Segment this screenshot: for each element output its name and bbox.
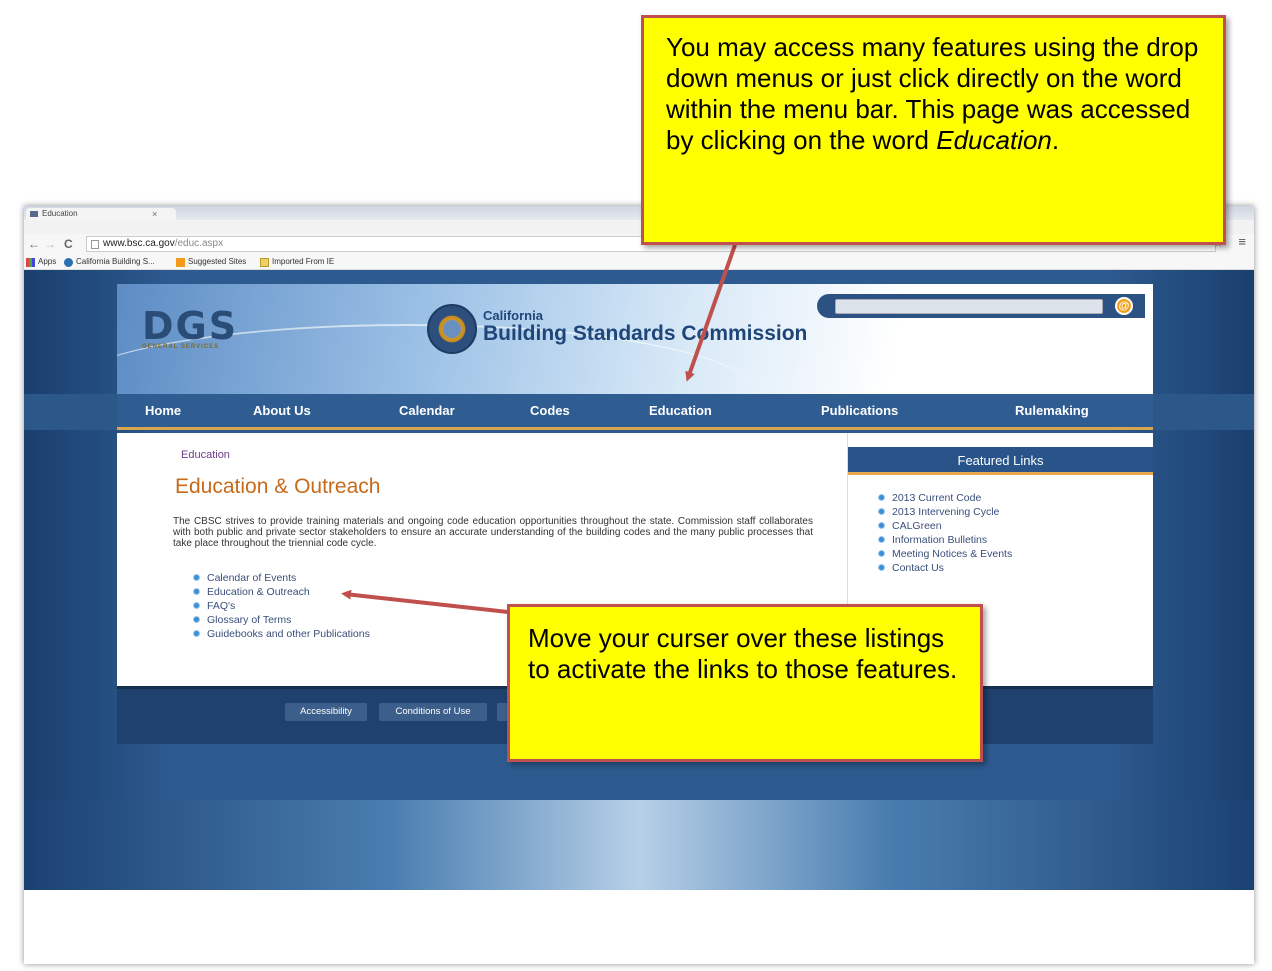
link-label: Education & Outreach (207, 586, 310, 598)
bullet-icon (878, 536, 885, 543)
browser-tab[interactable]: Education × (26, 208, 176, 220)
nav-publications[interactable]: Publications (821, 403, 898, 418)
apps-icon (26, 257, 35, 267)
url-host: www.bsc.ca.gov (103, 238, 175, 249)
bookmark-apps[interactable]: Apps (26, 254, 56, 270)
favicon-icon (30, 211, 38, 217)
bullet-icon (193, 630, 200, 637)
bullet-icon (193, 602, 200, 609)
nav-education[interactable]: Education (649, 403, 712, 418)
list-item[interactable]: Contact Us (878, 561, 1012, 575)
link-label: Glossary of Terms (207, 614, 292, 626)
bullet-icon (878, 522, 885, 529)
bookmark-label: Imported From IE (272, 257, 335, 266)
featured-links-heading: Featured Links (848, 447, 1153, 475)
bullet-icon (878, 508, 885, 515)
callout-links-tip: Move your curser over these listings to … (507, 604, 983, 762)
nav-home[interactable]: Home (145, 403, 181, 418)
site-icon (64, 257, 73, 267)
link-label: FAQ's (207, 600, 236, 612)
nav-calendar[interactable]: Calendar (399, 403, 455, 418)
link-label: 2013 Intervening Cycle (892, 506, 1000, 518)
callout-emphasis: Education (936, 125, 1052, 155)
dgs-logo[interactable]: DGS GENERAL SERVICES (142, 306, 242, 356)
close-tab-icon[interactable]: × (152, 208, 157, 220)
main-nav: Home About Us Calendar Codes Education P… (117, 394, 1153, 430)
page-background-gradient (24, 800, 1254, 890)
search-input[interactable] (835, 299, 1103, 314)
list-item[interactable]: Information Bulletins (878, 533, 1012, 547)
list-item[interactable]: Glossary of Terms (193, 613, 370, 627)
link-label: Guidebooks and other Publications (207, 628, 370, 640)
bookmark-imported[interactable]: Imported From IE (260, 254, 334, 270)
page-icon (91, 240, 99, 249)
bookmark-label: Suggested Sites (188, 257, 247, 266)
reload-button[interactable]: C (64, 236, 73, 252)
featured-links: 2013 Current Code 2013 Intervening Cycle… (878, 491, 1012, 575)
link-label: Meeting Notices & Events (892, 548, 1013, 560)
dgs-logo-text: DGS (142, 304, 239, 348)
bookmark-cbsc[interactable]: California Building S... (64, 254, 155, 270)
list-item[interactable]: Calendar of Events (193, 571, 370, 585)
bullet-icon (878, 550, 885, 557)
link-label: Calendar of Events (207, 572, 297, 584)
list-item[interactable]: Meeting Notices & Events (878, 547, 1012, 561)
list-item[interactable]: Education & Outreach (193, 585, 370, 599)
page-title: Education & Outreach (175, 475, 381, 498)
footer-accessibility[interactable]: Accessibility (285, 703, 367, 721)
list-item[interactable]: 2013 Current Code (878, 491, 1012, 505)
link-label: 2013 Current Code (892, 492, 982, 504)
tab-title: Education (42, 209, 78, 218)
bullet-icon (193, 574, 200, 581)
org-name-small: California (483, 308, 543, 323)
list-item[interactable]: 2013 Intervening Cycle (878, 505, 1012, 519)
bullet-icon (193, 616, 200, 623)
link-label: Contact Us (892, 562, 944, 574)
link-label: CALGreen (892, 520, 942, 532)
back-button[interactable]: ← (28, 236, 40, 252)
bullet-icon (878, 494, 885, 501)
folder-icon (260, 257, 269, 267)
bookmark-label: California Building S... (76, 257, 155, 266)
site-search: @ (817, 294, 1145, 318)
suggested-icon (176, 257, 185, 267)
list-item[interactable]: FAQ's (193, 599, 370, 613)
bullet-icon (193, 588, 200, 595)
bookmark-suggested[interactable]: Suggested Sites (176, 254, 246, 270)
annotated-screenshot: Education × ← → C www.bsc.ca.gov/educ.as… (0, 0, 1272, 971)
menu-icon[interactable]: ≡ (1238, 234, 1246, 249)
link-label: Information Bulletins (892, 534, 988, 546)
org-name: Building Standards Commission (483, 322, 808, 345)
callout-text-end: . (1051, 125, 1060, 155)
nav-codes[interactable]: Codes (530, 403, 570, 418)
callout-menu-tip: You may access many features using the d… (641, 15, 1226, 245)
url-path: /educ.aspx (174, 238, 224, 249)
cbsc-seal-icon (427, 304, 477, 354)
nav-rulemaking[interactable]: Rulemaking (1015, 403, 1089, 418)
list-item[interactable]: CALGreen (878, 519, 1012, 533)
breadcrumb[interactable]: Education (181, 449, 230, 461)
site-header: DGS GENERAL SERVICES California Building… (117, 284, 1153, 394)
nav-about-us[interactable]: About Us (253, 403, 311, 418)
browser-window: Education × ← → C www.bsc.ca.gov/educ.as… (24, 206, 1254, 964)
footer-conditions-of-use[interactable]: Conditions of Use (379, 703, 487, 721)
main-nav-bar: Home About Us Calendar Codes Education P… (24, 394, 1254, 430)
bullet-icon (878, 564, 885, 571)
forward-button[interactable]: → (44, 236, 56, 252)
bookmarks-bar: Apps California Building S... Suggested … (24, 254, 1254, 270)
list-item[interactable]: Guidebooks and other Publications (193, 627, 370, 641)
bookmark-label: Apps (38, 257, 57, 266)
search-button[interactable]: @ (1115, 297, 1133, 315)
callout-text: You may access many features using the d… (666, 32, 1199, 155)
education-links: Calendar of Events Education & Outreach … (193, 571, 370, 641)
dgs-logo-subtitle: GENERAL SERVICES (142, 344, 220, 350)
intro-paragraph: The CBSC strives to provide training mat… (173, 516, 813, 549)
